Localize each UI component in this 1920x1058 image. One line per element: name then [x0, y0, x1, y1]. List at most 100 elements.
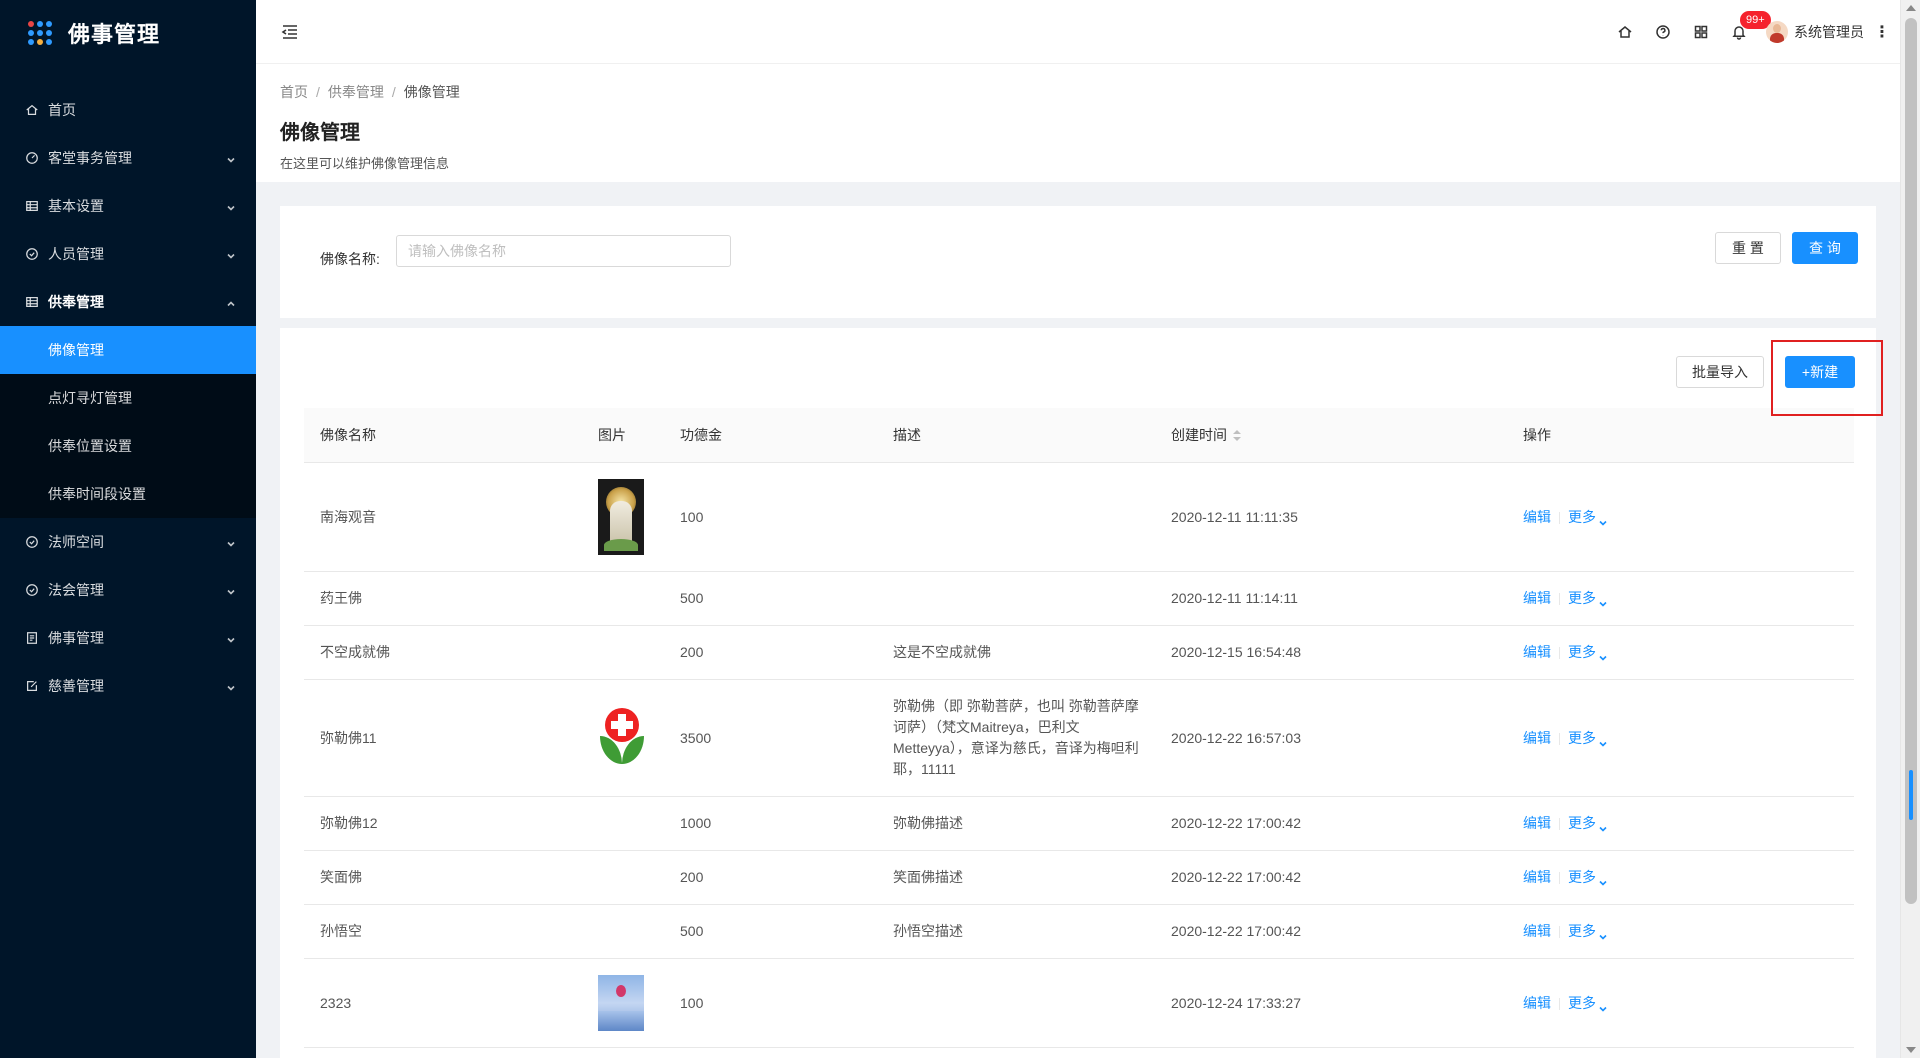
more-dropdown[interactable]: 更多	[1568, 509, 1607, 526]
notification-bell-icon[interactable]: 99+	[1720, 0, 1771, 64]
chevron-down-icon	[226, 680, 236, 691]
check-circle-icon	[24, 582, 40, 598]
table-header-row: 佛像名称 图片 功德金 描述 创建时间 操作	[304, 408, 1854, 463]
statue-table: 佛像名称 图片 功德金 描述 创建时间 操作 南海观音 100 2020-12-11…	[304, 408, 1854, 1048]
header-actions: 99+ 系统管理员 ⋮	[1606, 0, 1892, 64]
statue-name-search-input[interactable]	[396, 235, 731, 267]
table-icon	[24, 198, 40, 214]
home-icon[interactable]	[1606, 0, 1644, 64]
column-header-image: 图片	[582, 408, 664, 463]
sidebar-item[interactable]: 基本设置	[0, 182, 256, 230]
sidebar-item-label: 供奉管理	[48, 294, 104, 310]
sidebar-item[interactable]: 供奉管理	[0, 278, 256, 326]
logo-dot	[28, 30, 34, 36]
batch-import-button[interactable]: 批量导入	[1676, 356, 1764, 388]
more-dropdown[interactable]: 更多	[1568, 590, 1607, 607]
statue-thumbnail[interactable]	[598, 478, 648, 555]
edit-link[interactable]: 编辑	[1523, 644, 1551, 660]
breadcrumb-home[interactable]: 首页	[280, 84, 308, 100]
sidebar-item[interactable]: 供奉时间段设置	[0, 470, 256, 518]
layout-grid-icon[interactable]	[1682, 0, 1720, 64]
cell-amount: 100	[664, 462, 877, 572]
cell-description: 孙悟空描述	[877, 904, 1155, 959]
edit-link[interactable]: 编辑	[1523, 590, 1551, 606]
sidebar-item[interactable]: 首页	[0, 86, 256, 134]
more-dropdown[interactable]: 更多	[1568, 644, 1607, 661]
cell-created: 2020-12-22 16:57:03	[1155, 679, 1507, 797]
chevron-down-icon	[226, 248, 236, 259]
brand[interactable]: 佛事管理	[0, 0, 256, 66]
sidebar-item-label: 法师空间	[48, 534, 104, 550]
sidebar-item-label: 佛像管理	[48, 342, 104, 358]
home-icon	[24, 102, 40, 118]
sidebar-item[interactable]: 法师空间	[0, 518, 256, 566]
user-menu[interactable]: 系统管理员	[1758, 0, 1872, 64]
cell-image	[582, 958, 664, 1048]
breadcrumb-parent[interactable]: 供奉管理	[328, 84, 384, 100]
breadcrumb-current: 佛像管理	[403, 84, 460, 100]
cell-amount: 100	[664, 958, 877, 1048]
reset-button[interactable]: 重 置	[1715, 232, 1781, 264]
sidebar-item[interactable]: 人员管理	[0, 230, 256, 278]
logo-dot	[28, 39, 34, 45]
cell-actions: 编辑 更多	[1507, 958, 1854, 1048]
page-scrollbar[interactable]	[1900, 0, 1920, 1058]
scroll-up-arrow-icon[interactable]	[1906, 5, 1916, 11]
sidebar-item[interactable]: 客堂事务管理	[0, 134, 256, 182]
sidebar-item[interactable]: 法会管理	[0, 566, 256, 614]
action-divider	[1559, 818, 1560, 831]
menu-fold-icon[interactable]	[280, 22, 300, 42]
logo-dot	[37, 30, 43, 36]
sidebar-item[interactable]: 点灯寻灯管理	[0, 374, 256, 422]
brand-title: 佛事管理	[68, 22, 161, 47]
more-label: 更多	[1568, 923, 1596, 939]
statue-thumbnail[interactable]	[598, 974, 648, 1031]
more-label: 更多	[1568, 644, 1596, 660]
more-dropdown[interactable]: 更多	[1568, 815, 1607, 832]
edit-link[interactable]: 编辑	[1523, 815, 1551, 831]
more-vertical-icon[interactable]: ⋮	[1872, 22, 1892, 42]
more-dropdown[interactable]: 更多	[1568, 869, 1607, 886]
query-button[interactable]: 查 询	[1792, 232, 1858, 264]
sidebar-item[interactable]: 慈善管理	[0, 662, 256, 710]
cell-description: 弥勒佛描述	[877, 796, 1155, 851]
sort-caret-icon[interactable]	[1233, 430, 1241, 442]
cell-amount: 1000	[664, 796, 877, 851]
chevron-down-icon	[226, 536, 236, 547]
more-dropdown[interactable]: 更多	[1568, 994, 1607, 1012]
sidebar-item[interactable]: 供奉位置设置	[0, 422, 256, 470]
edit-link[interactable]: 编辑	[1523, 923, 1551, 939]
sidebar-item[interactable]: 佛像管理	[0, 326, 256, 374]
more-dropdown[interactable]: 更多	[1568, 923, 1607, 940]
statue-table-panel: 批量导入 +新建 佛像名称 图片 功德金 描述 创建时间 操作 南海观音 100 2…	[280, 328, 1876, 1058]
logo-dot	[46, 39, 52, 45]
cell-created: 2020-12-11 11:11:35	[1155, 462, 1507, 572]
more-label: 更多	[1568, 994, 1596, 1011]
more-label: 更多	[1568, 869, 1596, 885]
help-icon[interactable]	[1644, 0, 1682, 64]
chevron-down-icon	[226, 200, 236, 211]
cell-created: 2020-12-15 16:54:48	[1155, 625, 1507, 680]
edit-link[interactable]: 编辑	[1523, 869, 1551, 885]
chevron-down-icon	[226, 152, 236, 163]
sidebar-item-label: 供奉位置设置	[48, 438, 132, 454]
edit-link[interactable]: 编辑	[1523, 730, 1551, 746]
logo-dot	[37, 21, 43, 27]
column-header-created[interactable]: 创建时间	[1155, 408, 1507, 463]
top-header: 99+ 系统管理员 ⋮	[256, 0, 1900, 64]
table-row: 2323 100 2020-12-24 17:33:27 编辑 更多	[304, 958, 1854, 1048]
logo-dot	[28, 21, 34, 27]
form-icon	[24, 678, 40, 694]
statue-thumbnail[interactable]	[598, 707, 648, 768]
edit-link[interactable]: 编辑	[1523, 995, 1551, 1011]
table-row: 药王佛 500 2020-12-11 11:14:11 编辑 更多	[304, 571, 1854, 626]
edit-link[interactable]: 编辑	[1523, 509, 1551, 525]
more-dropdown[interactable]: 更多	[1568, 730, 1607, 747]
scroll-down-arrow-icon[interactable]	[1906, 1047, 1916, 1053]
sidebar-submenu: 佛像管理点灯寻灯管理供奉位置设置供奉时间段设置	[0, 326, 256, 518]
chevron-down-icon	[226, 584, 236, 595]
sidebar-item[interactable]: 佛事管理	[0, 614, 256, 662]
cell-image	[582, 904, 664, 959]
cell-amount: 500	[664, 571, 877, 626]
logo-dot	[37, 39, 43, 45]
